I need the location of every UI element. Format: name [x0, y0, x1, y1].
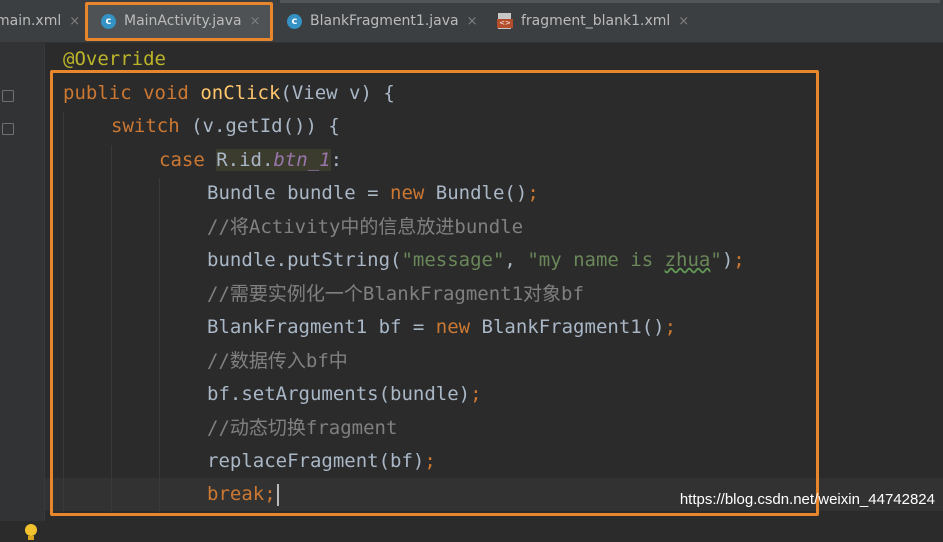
java-class-icon: c — [287, 13, 302, 29]
tab-label: BlankFragment1.java — [310, 13, 459, 29]
tab-label: main.xml — [0, 13, 62, 29]
close-icon[interactable]: × — [250, 14, 261, 29]
fold-icon[interactable] — [2, 90, 14, 102]
code-block-highlight — [50, 70, 819, 516]
watermark: https://blog.csdn.net/weixin_44742824 — [679, 491, 935, 508]
tab-main-xml[interactable]: main.xml × — [0, 0, 80, 42]
close-icon[interactable]: × — [678, 14, 689, 29]
editor-tab-bar: main.xml × c MainActivity.java × c Blank… — [0, 0, 943, 43]
xml-file-icon: <> — [497, 13, 513, 29]
java-class-icon: c — [101, 13, 116, 29]
close-icon[interactable]: × — [467, 14, 478, 29]
fold-icon[interactable] — [2, 123, 14, 135]
tab-blankfragment1-java[interactable]: c BlankFragment1.java × — [287, 0, 478, 42]
editor-gutter[interactable] — [0, 43, 45, 540]
lightbulb-icon[interactable] — [24, 524, 38, 542]
tab-mainactivity-java[interactable]: c MainActivity.java × — [101, 0, 260, 42]
tab-fragment-blank1-xml[interactable]: <> fragment_blank1.xml × — [497, 0, 689, 42]
tab-label: fragment_blank1.xml — [521, 13, 671, 29]
tab-label: MainActivity.java — [124, 13, 242, 29]
close-icon[interactable]: × — [69, 14, 80, 29]
